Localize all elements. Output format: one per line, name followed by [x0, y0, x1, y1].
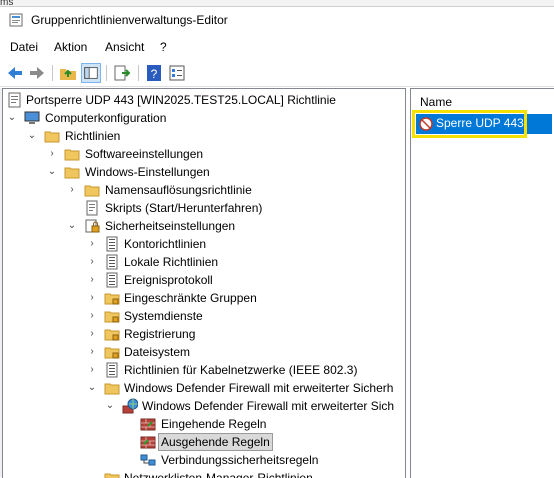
policy-document-icon	[8, 92, 21, 108]
scripts-icon	[86, 200, 98, 216]
menu-aktion[interactable]: Aktion	[54, 40, 87, 54]
chevron-down-icon[interactable]: ⌄	[104, 397, 116, 415]
tree-label: Skripts (Start/Herunterfahren)	[105, 201, 263, 215]
chevron-down-icon[interactable]: ⌄	[66, 217, 78, 235]
folder-icon	[44, 131, 60, 143]
policy-list-icon	[106, 254, 118, 270]
properties-icon[interactable]	[167, 63, 187, 83]
menu-bar: Datei Aktion Ansicht ?	[0, 38, 554, 58]
up-folder-icon[interactable]	[58, 63, 78, 83]
tree-label: Windows Defender Firewall mit erweiterte…	[142, 399, 395, 413]
tree-label: Portsperre UDP 443 [WIN2025.TEST25.LOCAL…	[26, 93, 336, 107]
help-icon[interactable]: ?	[144, 63, 164, 83]
tree-label: Softwareeinstellungen	[85, 147, 204, 161]
firewall-rule-icon	[140, 436, 156, 449]
tree-label: Lokale Richtlinien	[124, 255, 219, 269]
list-pane	[410, 88, 554, 478]
chevron-down-icon[interactable]: ⌄	[26, 127, 38, 145]
folder-lock-icon	[104, 347, 120, 359]
folder-icon	[64, 167, 80, 179]
tree-label: Eingeschränkte Gruppen	[124, 291, 257, 305]
tree-label: Windows Defender Firewall mit erweiterte…	[124, 381, 394, 395]
menu-datei[interactable]: Datei	[10, 40, 38, 54]
tree-label: Windows-Einstellungen	[85, 165, 210, 179]
chevron-right-icon[interactable]: ›	[46, 145, 58, 163]
window-title: Gruppenrichtlinienverwaltungs-Editor	[31, 13, 228, 27]
folder-lock-icon	[104, 311, 120, 323]
chevron-right-icon[interactable]: ›	[66, 181, 78, 199]
back-arrow-icon[interactable]	[5, 63, 25, 83]
toolbar-separator	[52, 65, 53, 81]
policy-list-icon	[106, 272, 118, 288]
tree-label-selected: Ausgehende Regeln	[158, 433, 273, 451]
security-lock-icon	[85, 219, 100, 233]
policy-list-icon	[106, 362, 118, 378]
highlight-annotation-box	[412, 110, 527, 138]
tree-label: Systemdienste	[124, 309, 203, 323]
tree-label: Dateisystem	[124, 345, 191, 359]
chevron-right-icon[interactable]: ›	[86, 253, 98, 271]
top-strip	[0, 0, 554, 7]
tree-label: Computerkonfiguration	[45, 111, 167, 125]
chevron-right-icon[interactable]: ›	[86, 325, 98, 343]
tree-label: Richtlinien für Kabelnetzwerke (IEEE 802…	[124, 363, 358, 377]
column-header-name[interactable]: Name	[420, 95, 452, 109]
policy-list-icon	[106, 236, 118, 252]
gpo-editor-app-icon	[9, 13, 23, 27]
firewall-globe-icon	[122, 398, 138, 414]
tree-label: Namensauflösungsrichtlinie	[105, 183, 252, 197]
chevron-right-icon[interactable]: ›	[86, 307, 98, 325]
chevron-right-icon[interactable]: ›	[86, 343, 98, 361]
chevron-down-icon[interactable]: ⌄	[6, 109, 18, 127]
chevron-right-icon[interactable]: ›	[86, 235, 98, 253]
folder-lock-icon	[104, 329, 120, 341]
tree-label: Ereignisprotokoll	[124, 273, 213, 287]
chevron-right-icon[interactable]: ›	[86, 289, 98, 307]
tree-pane: Portsperre UDP 443 [WIN2025.TEST25.LOCAL…	[2, 88, 406, 478]
tree-label: Sicherheitseinstellungen	[105, 219, 236, 233]
firewall-rule-icon	[140, 418, 156, 431]
tree-label: Eingehende Regeln	[161, 417, 267, 431]
toolbar-separator	[138, 65, 139, 81]
tree-label: Verbindungssicherheitsregeln	[161, 453, 319, 467]
tree-label: Kontorichtlinien	[124, 237, 207, 251]
folder-icon	[64, 149, 80, 161]
forward-arrow-icon[interactable]	[27, 63, 47, 83]
computer-icon	[24, 111, 40, 124]
top-fragment-text: ms	[0, 0, 14, 8]
folder-lock-icon	[104, 293, 120, 305]
folder-icon	[84, 185, 100, 197]
toolbar: ?	[0, 60, 554, 87]
menu-help[interactable]: ?	[160, 40, 167, 54]
chevron-right-icon[interactable]: ›	[86, 361, 98, 379]
folder-icon	[104, 383, 120, 395]
chevron-down-icon[interactable]: ⌄	[46, 163, 58, 181]
export-list-icon[interactable]	[112, 63, 132, 83]
tree-label: Registrierung	[124, 327, 196, 341]
tree-label: Richtlinien	[65, 129, 121, 143]
show-hide-tree-icon[interactable]	[81, 63, 101, 83]
chevron-down-icon[interactable]: ⌄	[86, 379, 98, 397]
connection-security-icon	[140, 454, 156, 466]
svg-text:?: ?	[151, 67, 158, 81]
toolbar-separator	[106, 65, 107, 81]
chevron-right-icon[interactable]: ›	[86, 271, 98, 289]
menu-ansicht[interactable]: Ansicht	[105, 40, 144, 54]
